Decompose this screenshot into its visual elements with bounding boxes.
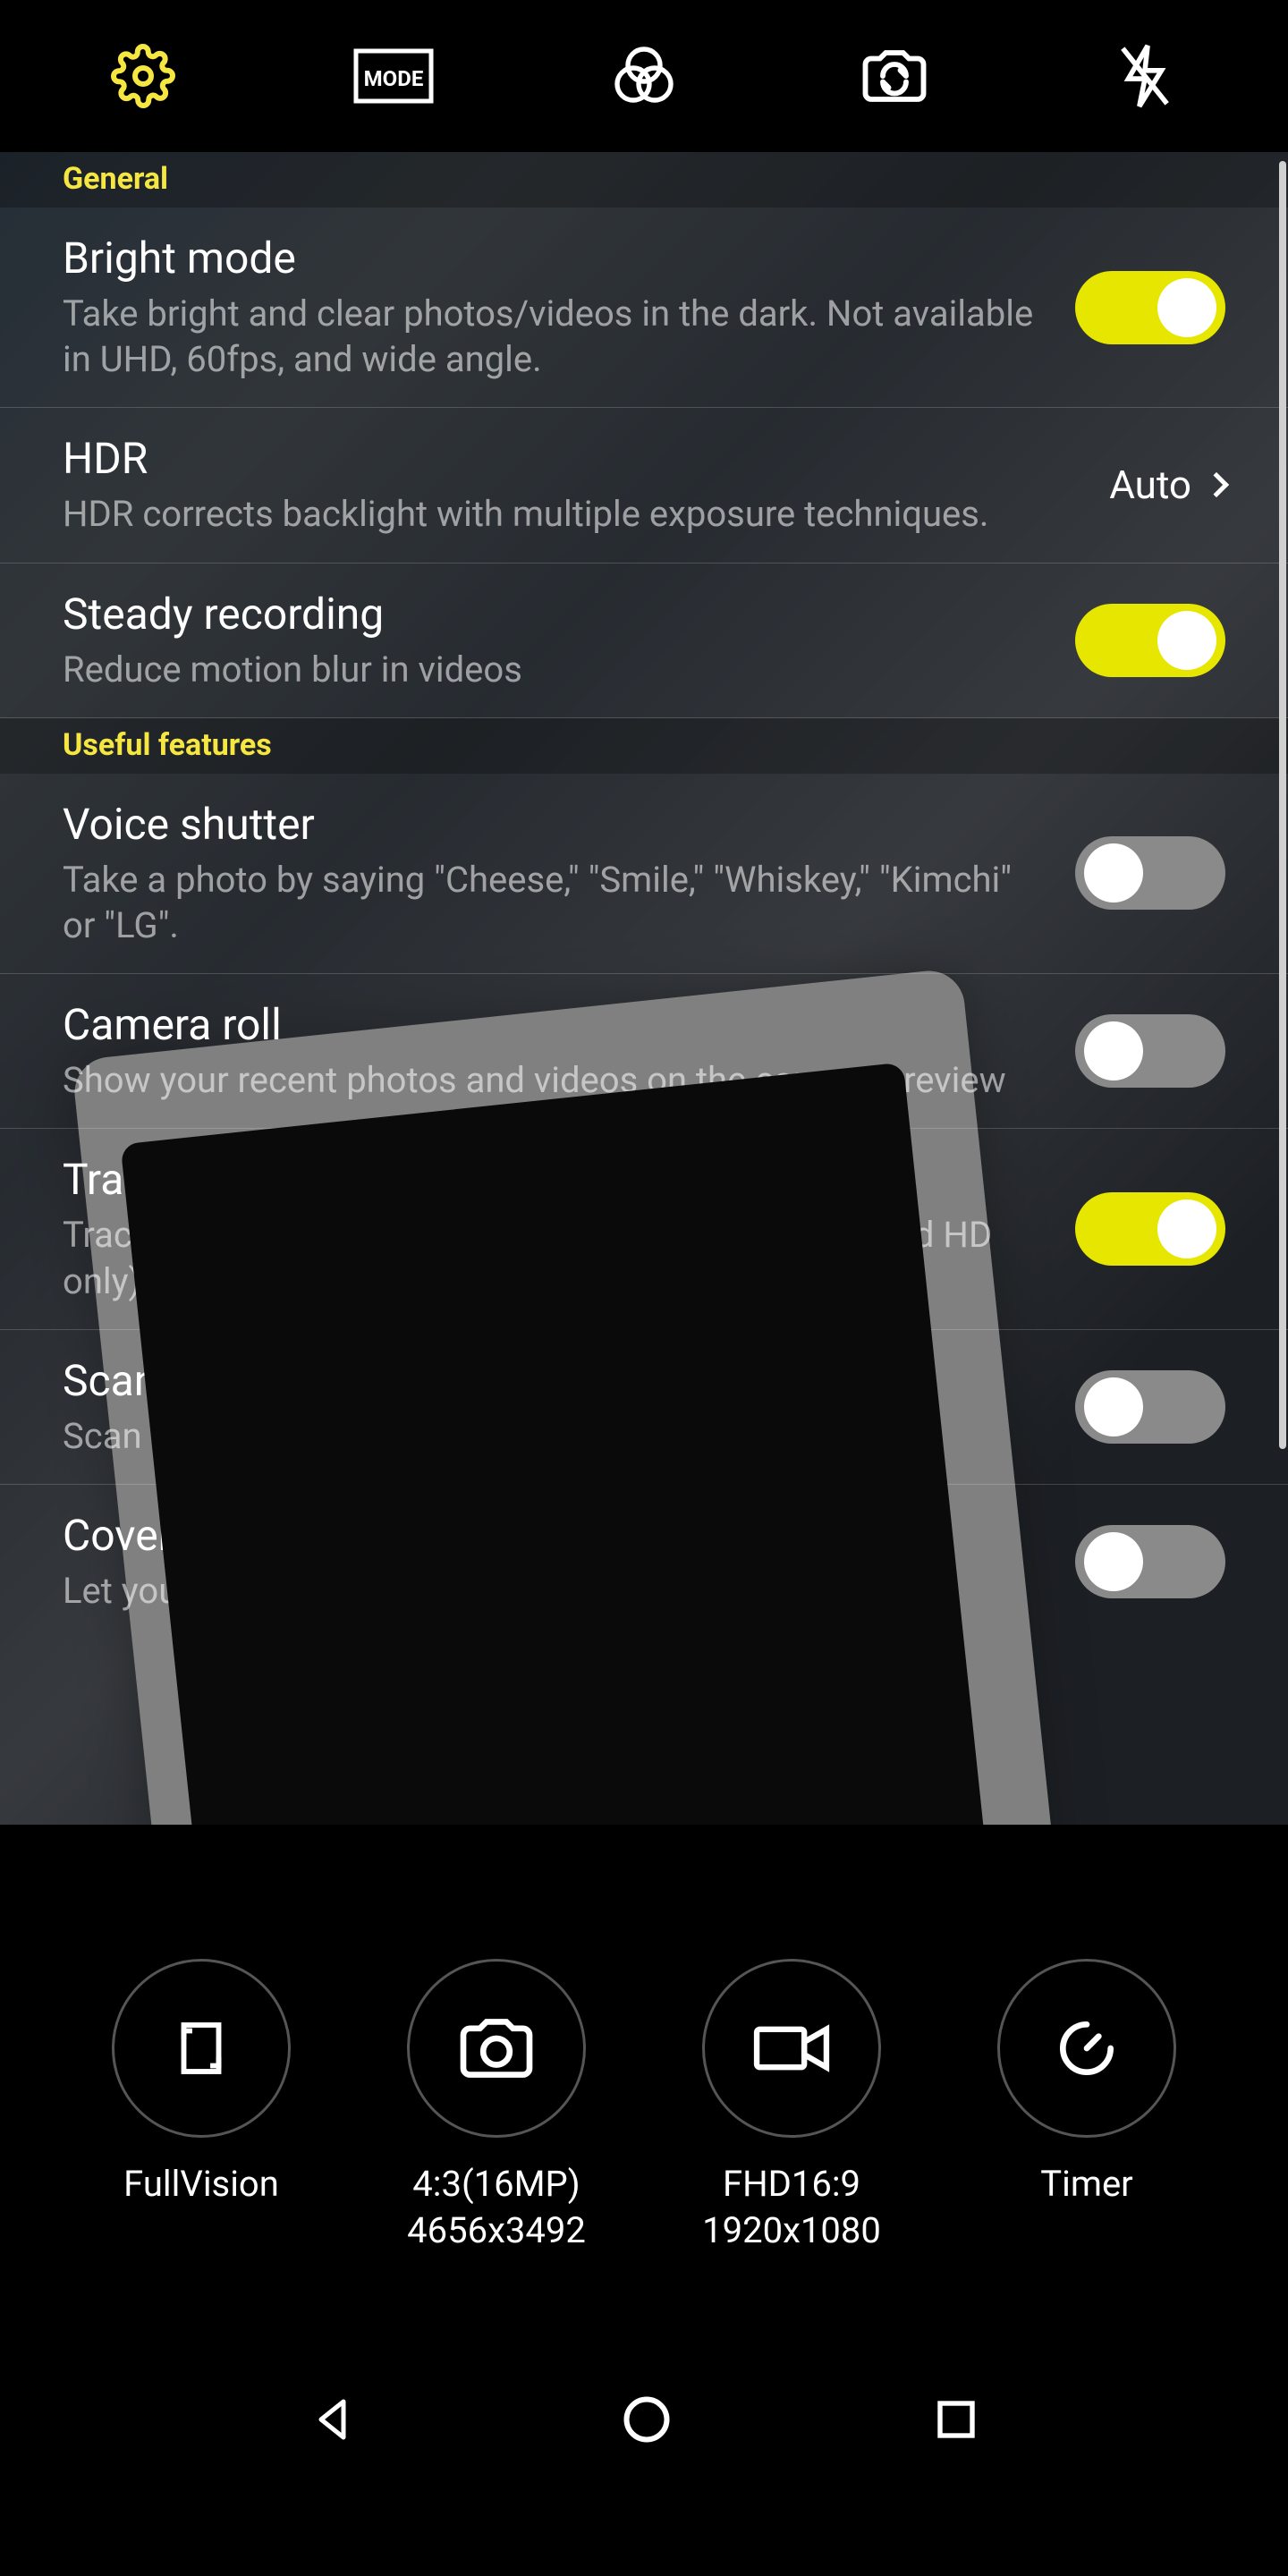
settings-panel[interactable]: General Bright mode Take bright and clea…: [0, 152, 1288, 1825]
scrollbar[interactable]: [1279, 161, 1286, 1449]
switch-camera-button[interactable]: [854, 36, 935, 116]
mode-row: FullVision 4:3(16MP) 4656x3492 FHD16:9 1…: [0, 1923, 1288, 2361]
switch-camera-icon: [860, 46, 929, 106]
hdr-value: Auto: [1109, 462, 1191, 508]
mode-fullvision[interactable]: FullVision: [67, 1959, 335, 2254]
setting-title: Steady recording: [63, 589, 1048, 640]
timer-icon: [1051, 2012, 1123, 2084]
toggle-bright-mode[interactable]: [1075, 271, 1225, 344]
nav-recent-button[interactable]: [932, 2395, 980, 2444]
filter-icon: [612, 44, 676, 108]
filter-button[interactable]: [604, 36, 684, 116]
section-header-general: General: [0, 152, 1288, 208]
mode-button[interactable]: MODE: [353, 36, 434, 116]
mode-label: FHD16:9 1920x1080: [702, 2161, 881, 2254]
setting-hdr[interactable]: HDR HDR corrects backlight with multiple…: [0, 408, 1288, 563]
toggle-voice-shutter[interactable]: [1075, 836, 1225, 910]
setting-desc: Show your recent photos and videos on th…: [63, 1057, 1048, 1103]
mode-timer[interactable]: Timer: [953, 1959, 1221, 2254]
mode-video-ratio[interactable]: FHD16:9 1920x1080: [657, 1959, 926, 2254]
flash-button[interactable]: [1105, 36, 1185, 116]
setting-title: Camera roll: [63, 999, 1048, 1050]
camera-topbar: MODE: [0, 0, 1288, 152]
navigation-bar: [0, 2361, 1288, 2478]
recent-icon: [932, 2395, 980, 2444]
setting-desc: Track and maintain focus on a moving obj…: [63, 1212, 1048, 1303]
setting-title: HDR: [63, 433, 1082, 484]
camera-icon: [456, 2015, 537, 2081]
setting-title: Bright mode: [63, 233, 1048, 284]
mode-label: FullVision: [123, 2161, 279, 2207]
mode-icon: MODE: [353, 48, 434, 104]
setting-desc: Take bright and clear photos/videos in t…: [63, 291, 1048, 382]
setting-desc: Let you know when the rear wide-angle le…: [63, 1568, 1048, 1614]
setting-title: Tracking focus: [63, 1154, 1048, 1205]
section-header-useful: Useful features: [0, 718, 1288, 774]
setting-title: Covered lens: [63, 1510, 1048, 1561]
setting-desc: Scan QR code on the camera preview scree…: [63, 1413, 1048, 1459]
setting-voice-shutter[interactable]: Voice shutter Take a photo by saying "Ch…: [0, 774, 1288, 974]
flash-off-icon: [1116, 43, 1174, 109]
mode-photo-ratio[interactable]: 4:3(16MP) 4656x3492: [362, 1959, 631, 2254]
setting-title: Scan QR code: [63, 1355, 1048, 1406]
toggle-steady[interactable]: [1075, 604, 1225, 677]
svg-text:MODE: MODE: [364, 66, 424, 91]
fullvision-icon: [166, 2013, 236, 2083]
setting-tracking-focus[interactable]: Tracking focus Track and maintain focus …: [0, 1129, 1288, 1329]
nav-back-button[interactable]: [308, 2393, 361, 2446]
setting-camera-roll[interactable]: Camera roll Show your recent photos and …: [0, 974, 1288, 1129]
toggle-covered-lens[interactable]: [1075, 1525, 1225, 1598]
setting-bright-mode[interactable]: Bright mode Take bright and clear photos…: [0, 208, 1288, 408]
home-icon: [620, 2393, 674, 2446]
nav-home-button[interactable]: [620, 2393, 674, 2446]
mode-label: Timer: [1040, 2161, 1132, 2207]
setting-covered-lens[interactable]: Covered lens Let you know when the rear …: [0, 1485, 1288, 1623]
video-icon: [750, 2020, 833, 2077]
setting-scan-qr[interactable]: Scan QR code Scan QR code on the camera …: [0, 1330, 1288, 1485]
mode-label: 4:3(16MP) 4656x3492: [407, 2161, 586, 2254]
camera-viewport: General Bright mode Take bright and clea…: [0, 152, 1288, 1825]
bottom-area: FullVision 4:3(16MP) 4656x3492 FHD16:9 1…: [0, 1825, 1288, 2576]
gear-icon: [111, 44, 175, 108]
setting-desc: Take a photo by saying "Cheese," "Smile,…: [63, 857, 1048, 948]
settings-button[interactable]: [103, 36, 183, 116]
setting-steady-recording[interactable]: Steady recording Reduce motion blur in v…: [0, 564, 1288, 718]
toggle-camera-roll[interactable]: [1075, 1014, 1225, 1088]
setting-desc: HDR corrects backlight with multiple exp…: [63, 491, 1082, 537]
setting-title: Voice shutter: [63, 799, 1048, 850]
toggle-tracking-focus[interactable]: [1075, 1192, 1225, 1266]
toggle-scan-qr[interactable]: [1075, 1370, 1225, 1444]
setting-desc: Reduce motion blur in videos: [63, 647, 1048, 692]
chevron-right-icon: [1204, 472, 1229, 497]
back-icon: [308, 2393, 361, 2446]
